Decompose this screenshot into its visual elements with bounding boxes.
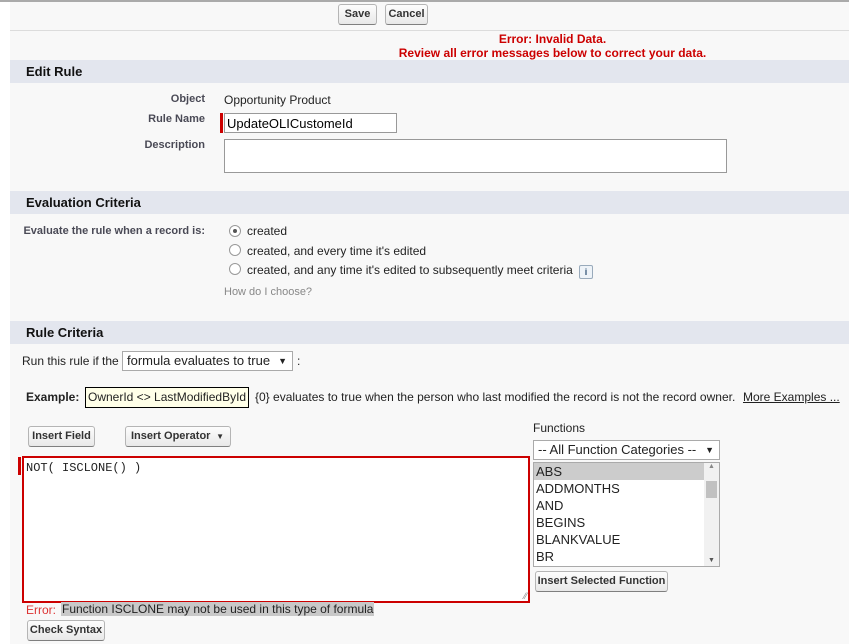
example-label: Example: bbox=[26, 390, 80, 404]
insert-operator-button[interactable]: Insert Operator ▼ bbox=[125, 426, 231, 447]
example-formula: OwnerId <> LastModifiedById bbox=[85, 387, 250, 408]
scroll-up-icon[interactable]: ▲ bbox=[704, 463, 719, 470]
listbox-scrollbar[interactable]: ▲ ▼ bbox=[704, 463, 719, 566]
radio-created[interactable] bbox=[229, 225, 241, 237]
function-category-value: -- All Function Categories -- bbox=[538, 442, 697, 457]
section-evaluation-criteria: Evaluation Criteria bbox=[10, 191, 849, 214]
radio-created-label: created bbox=[247, 224, 288, 238]
save-button[interactable]: Save bbox=[338, 4, 377, 25]
formula-error-label: Error: bbox=[26, 603, 56, 617]
section-rule-criteria: Rule Criteria bbox=[10, 321, 849, 344]
dropdown-arrow-icon: ▼ bbox=[705, 445, 714, 455]
run-rule-select-value: formula evaluates to true bbox=[127, 353, 271, 368]
object-value: Opportunity Product bbox=[224, 93, 331, 107]
example-text: {0} evaluates to true when the person wh… bbox=[255, 390, 736, 404]
functions-listbox[interactable]: ABS ADDMONTHS AND BEGINS BLANKVALUE BR ▲… bbox=[533, 462, 720, 567]
more-examples-link[interactable]: More Examples ... bbox=[743, 390, 840, 404]
divider bbox=[10, 30, 849, 31]
functions-label: Functions bbox=[533, 421, 586, 435]
description-textarea[interactable] bbox=[224, 139, 727, 173]
function-option[interactable]: ABS bbox=[534, 463, 704, 480]
radio-subsequently-meet-label: created, and any time it's edited to sub… bbox=[247, 263, 573, 277]
rule-name-label: Rule Name bbox=[148, 113, 205, 125]
scroll-thumb[interactable] bbox=[706, 481, 717, 498]
error-detail: Review all error messages below to corre… bbox=[398, 46, 707, 60]
required-indicator bbox=[18, 457, 21, 475]
required-indicator bbox=[220, 113, 223, 133]
description-label: Description bbox=[144, 139, 205, 151]
run-rule-select[interactable]: formula evaluates to true ▼ bbox=[122, 351, 293, 371]
evaluate-label: Evaluate the rule when a record is: bbox=[23, 225, 205, 237]
dropdown-arrow-icon: ▼ bbox=[216, 432, 224, 441]
function-option[interactable]: AND bbox=[534, 497, 704, 514]
formula-editor[interactable]: NOT( ISCLONE() ) ⁄⁄ bbox=[22, 456, 530, 603]
object-label: Object bbox=[170, 93, 205, 105]
formula-error-message: Function ISCLONE may not be used in this… bbox=[61, 602, 375, 616]
formula-text: NOT( ISCLONE() ) bbox=[26, 461, 142, 475]
section-edit-rule: Edit Rule bbox=[10, 60, 849, 83]
scroll-down-icon[interactable]: ▼ bbox=[704, 557, 719, 564]
dropdown-arrow-icon: ▼ bbox=[278, 356, 287, 366]
resize-handle-icon[interactable]: ⁄⁄ bbox=[524, 591, 527, 601]
info-icon[interactable]: i bbox=[579, 265, 593, 279]
function-option[interactable]: BR bbox=[534, 548, 704, 565]
function-option[interactable]: BLANKVALUE bbox=[534, 531, 704, 548]
function-option[interactable]: ADDMONTHS bbox=[534, 480, 704, 497]
insert-selected-function-button[interactable]: Insert Selected Function bbox=[535, 571, 668, 592]
radio-subsequently-meet[interactable] bbox=[229, 263, 241, 275]
run-rule-suffix: : bbox=[297, 354, 301, 368]
error-title: Error: Invalid Data. bbox=[498, 32, 607, 46]
check-syntax-button[interactable]: Check Syntax bbox=[27, 620, 105, 641]
function-category-select[interactable]: -- All Function Categories -- ▼ bbox=[533, 440, 720, 460]
cancel-button[interactable]: Cancel bbox=[385, 4, 428, 25]
how-do-i-choose-link[interactable]: How do I choose? bbox=[224, 286, 312, 298]
rule-name-input[interactable] bbox=[224, 113, 397, 133]
radio-created-edited-label: created, and every time it's edited bbox=[247, 244, 427, 258]
insert-operator-label: Insert Operator bbox=[131, 430, 211, 442]
radio-created-edited[interactable] bbox=[229, 244, 241, 256]
insert-field-button[interactable]: Insert Field bbox=[28, 426, 95, 447]
function-option[interactable]: BEGINS bbox=[534, 514, 704, 531]
run-rule-label: Run this rule if the bbox=[22, 354, 119, 368]
